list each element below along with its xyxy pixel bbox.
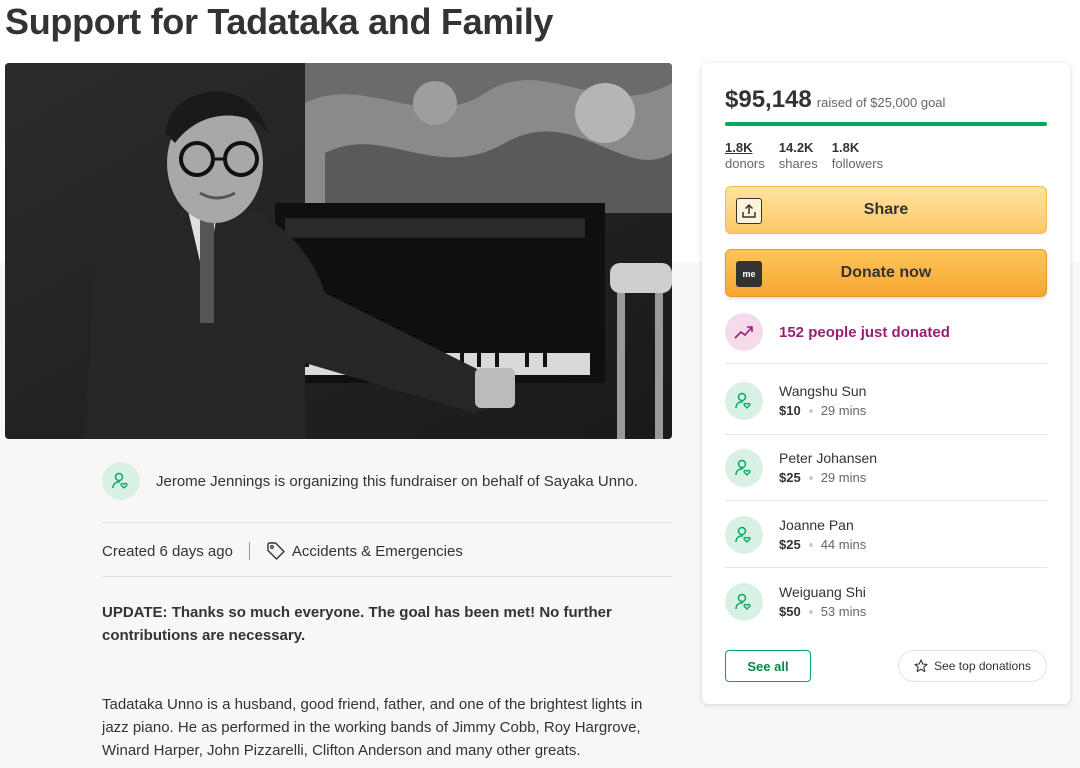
progress-fill xyxy=(725,122,1047,126)
donor-amount: $10 xyxy=(779,403,801,418)
donor-amount: $25 xyxy=(779,470,801,485)
donation-item: Joanne Pan $25 44 mins xyxy=(725,513,1047,557)
donor-time: 44 mins xyxy=(820,537,867,552)
donate-button[interactable]: me Donate now xyxy=(725,249,1047,297)
bullet-separator xyxy=(808,476,813,480)
see-all-button[interactable]: See all xyxy=(725,650,811,682)
tag-icon xyxy=(267,542,285,560)
heart-person-icon xyxy=(735,593,751,610)
donate-icon-text: me xyxy=(742,269,756,279)
organizer-info: Jerome Jennings is organizing this fundr… xyxy=(102,461,672,501)
heart-person-icon xyxy=(112,472,128,489)
see-top-donations-label: See top donations xyxy=(934,659,1031,673)
donor-avatar xyxy=(725,382,763,420)
heart-person-icon xyxy=(735,392,751,409)
bullet-separator xyxy=(808,543,813,547)
separator xyxy=(248,542,250,560)
category-link[interactable]: Accidents & Emergencies xyxy=(266,541,463,561)
donate-label: Donate now xyxy=(840,264,932,281)
stat-donors[interactable]: 1.8K donors xyxy=(725,140,765,172)
heart-person-icon xyxy=(735,526,751,543)
donor-details: $25 44 mins xyxy=(779,535,866,555)
hero-photo-placeholder xyxy=(5,63,672,439)
bullet-separator xyxy=(808,409,813,413)
divider xyxy=(102,522,672,523)
donor-info: Weiguang Shi $50 53 mins xyxy=(779,582,866,622)
bullet-separator xyxy=(808,610,813,614)
amount-raised: $95,148 raised of $25,000 goal xyxy=(725,86,945,114)
stat-shares: 14.2K shares xyxy=(779,140,818,172)
recent-donations-banner: 152 people just donated xyxy=(725,313,950,351)
trending-up-icon xyxy=(725,313,763,351)
donor-amount: $50 xyxy=(779,604,801,619)
heart-person-icon xyxy=(735,459,751,476)
goal-text: raised of $25,000 goal xyxy=(816,95,946,110)
progress-bar xyxy=(725,122,1047,126)
divider xyxy=(725,567,1047,568)
donor-time: 29 mins xyxy=(820,470,867,485)
campaign-meta: Created 6 days ago Accidents & Emergenci… xyxy=(102,538,463,564)
stat-value: 1.8K xyxy=(725,140,753,155)
share-label: Share xyxy=(863,201,909,218)
donation-item: Peter Johansen $25 29 mins xyxy=(725,446,1047,490)
donation-card: $95,148 raised of $25,000 goal 1.8K dono… xyxy=(702,63,1070,704)
stat-value: 14.2K xyxy=(778,140,814,155)
divider xyxy=(725,434,1047,435)
page-title: Support for Tadataka and Family xyxy=(5,1,554,42)
category-label: Accidents & Emergencies xyxy=(291,542,463,560)
divider xyxy=(102,576,672,577)
donor-details: $25 29 mins xyxy=(779,468,877,488)
upload-icon xyxy=(736,198,762,224)
campaign-stats: 1.8K donors 14.2K shares 1.8K followers xyxy=(725,140,883,172)
created-date: Created 6 days ago xyxy=(102,542,233,560)
hero-image xyxy=(5,63,672,439)
stat-value: 1.8K xyxy=(831,140,860,155)
donor-name: Peter Johansen xyxy=(779,450,878,466)
raised-amount: $95,148 xyxy=(725,86,812,113)
stat-followers: 1.8K followers xyxy=(832,140,883,172)
donor-time: 29 mins xyxy=(820,403,867,418)
donor-avatar xyxy=(725,449,763,487)
star-icon xyxy=(914,659,928,673)
gofundme-logo-icon: me xyxy=(736,261,762,287)
donor-name: Joanne Pan xyxy=(779,517,854,533)
donor-time: 53 mins xyxy=(820,604,867,619)
recent-donations-text: 152 people just donated xyxy=(779,323,950,341)
story-text: Tadataka Unno is a husband, good friend,… xyxy=(102,696,643,759)
donor-details: $50 53 mins xyxy=(779,602,866,622)
donor-info: Joanne Pan $25 44 mins xyxy=(779,515,866,555)
divider xyxy=(725,363,1047,364)
donation-item: Weiguang Shi $50 53 mins xyxy=(725,580,1047,624)
organizer-text: Jerome Jennings is organizing this fundr… xyxy=(156,472,638,490)
donor-avatar xyxy=(725,583,763,621)
stat-label: followers xyxy=(831,156,884,171)
donor-name: Weiguang Shi xyxy=(779,584,866,600)
donation-item: Wangshu Sun $10 29 mins xyxy=(725,379,1047,423)
donor-info: Peter Johansen $25 29 mins xyxy=(779,448,877,488)
organizer-avatar xyxy=(102,462,140,500)
donor-avatar xyxy=(725,516,763,554)
see-top-donations-button[interactable]: See top donations xyxy=(898,650,1047,682)
donor-name: Wangshu Sun xyxy=(779,383,867,399)
donor-info: Wangshu Sun $10 29 mins xyxy=(779,381,866,421)
share-button[interactable]: Share xyxy=(725,186,1047,234)
donor-details: $10 29 mins xyxy=(779,401,866,421)
divider xyxy=(725,500,1047,501)
stat-label: shares xyxy=(778,156,818,171)
donor-amount: $25 xyxy=(779,537,801,552)
update-text: UPDATE: Thanks so much everyone. The goa… xyxy=(102,604,612,644)
stat-label: donors xyxy=(725,156,765,171)
